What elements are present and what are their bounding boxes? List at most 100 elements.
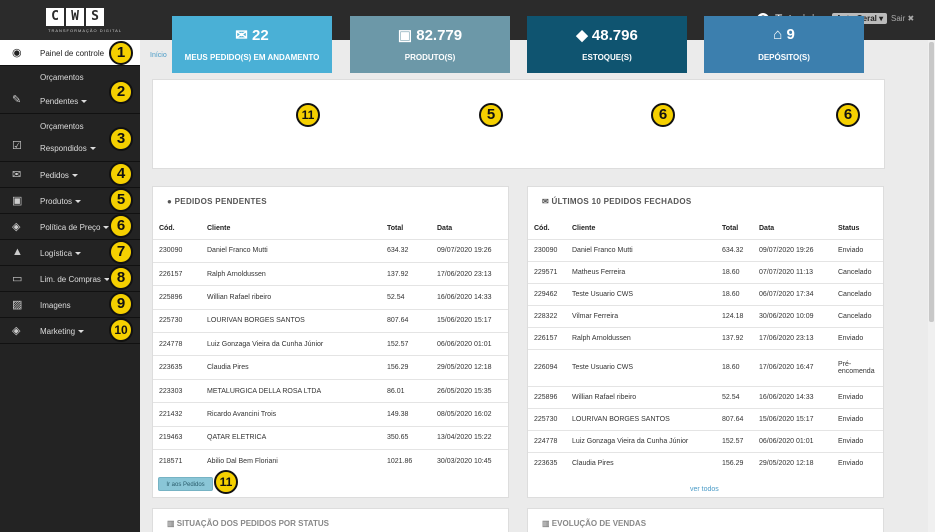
table-row[interactable]: 228322 Vilmar Ferreira 124.18 30/06/2020 10…: [528, 304, 883, 327]
table-cell: QATAR ELETRICA: [203, 425, 383, 450]
table-cell: 634.32: [383, 238, 433, 263]
annotation-badge: 9: [109, 292, 133, 316]
column-header: Cliente: [572, 225, 596, 233]
home-icon: ⌂: [773, 26, 783, 43]
table-cell: 156.29: [718, 451, 755, 474]
table-cell: 30/03/2020 10:45: [433, 449, 508, 473]
table-row[interactable]: 224778 Luiz Gonzaga Vieira da Cunha Júnio…: [153, 332, 508, 356]
table-cell: Pré-encomenda: [834, 348, 883, 386]
bar-chart-icon: ▥: [542, 519, 550, 528]
table-row[interactable]: 223635 Claudia Pires 156.29 29/05/2020 12:1…: [153, 355, 508, 380]
sidebar-label: Política de Preço: [40, 223, 110, 232]
table-cell: LOURIVAN BORGES SANTOS: [203, 308, 383, 333]
table-cell: 06/06/2020 01:01: [755, 429, 834, 452]
stats-panel: [152, 79, 885, 169]
table-cell: 152.57: [383, 332, 433, 356]
table-cell: 29/05/2020 12:18: [433, 355, 508, 380]
column-header: Cliente: [207, 225, 231, 233]
column-header: Status: [838, 225, 860, 233]
logo-letter: W: [66, 8, 84, 26]
ir-aos-pedidos-button[interactable]: Ir aos Pedidos: [158, 477, 213, 491]
table-cell: 124.18: [718, 304, 755, 327]
stat-estoque[interactable]: ◆ 48.796 ESTOQUE(S): [527, 16, 687, 73]
annotation-badge: 5: [109, 188, 133, 212]
table-cell: 218571: [153, 449, 203, 473]
scrollbar-thumb[interactable]: [929, 42, 934, 322]
stat-produtos[interactable]: ▣ 82.779 PRODUTO(S): [350, 16, 510, 73]
sidebar-label: Respondidos: [40, 144, 96, 153]
stat-value: ▣ 82.779: [397, 27, 463, 44]
table-row[interactable]: 226157 Ralph Arnoldussen 137.92 17/06/2020 …: [153, 261, 508, 286]
situacao-panel: ▥ SITUAÇÃO DOS PEDIDOS POR STATUS: [152, 508, 509, 532]
annotation-badge: 6: [836, 103, 860, 127]
annotation-badge: 3: [109, 127, 133, 151]
scrollbar[interactable]: [928, 40, 935, 532]
table-row[interactable]: 219463 QATAR ELETRICA 350.65 13/04/2020 15:…: [153, 425, 508, 450]
table-cell: Cancelado: [834, 282, 883, 305]
panel-title: ▥ EVOLUÇÃO DE VENDAS: [542, 519, 647, 528]
table-cell: 52.54: [383, 285, 433, 310]
table-row[interactable]: 226157 Ralph Arnoldussen 137.92 17/06/2020 …: [528, 326, 883, 349]
table-cell: Luiz Gonzaga Vieira da Cunha Júnior: [568, 429, 718, 452]
table-cell: 224778: [528, 429, 568, 452]
edit-icon: ✎: [12, 94, 22, 106]
table-cell: Ricardo Avancini Trois: [203, 402, 383, 427]
table-cell: 18.60: [718, 282, 755, 305]
stat-caption: ESTOQUE(S): [582, 53, 632, 62]
table-cell: 228322: [528, 304, 568, 327]
sidebar-label: Produtos: [40, 197, 82, 206]
table-row[interactable]: 229462 Teste Usuario CWS 18.60 06/07/2020 1…: [528, 282, 883, 305]
stat-deposito[interactable]: ⌂ 9 DEPÓSITO(S): [704, 16, 864, 73]
table-cell: Enviado: [834, 385, 883, 408]
logout-link[interactable]: Sair ✖: [891, 14, 914, 23]
table-row[interactable]: 223635 Claudia Pires 156.29 29/05/2020 12:1…: [528, 451, 883, 474]
ver-todos-link[interactable]: ver todos: [690, 486, 719, 493]
sidebar-label: Imagens: [40, 301, 71, 310]
table-row[interactable]: 224778 Luiz Gonzaga Vieira da Cunha Júnio…: [528, 429, 883, 452]
table-row[interactable]: 229571 Matheus Ferreira 18.60 07/07/2020 11…: [528, 260, 883, 283]
annotation-badge: 1: [109, 41, 133, 65]
stat-pedidos[interactable]: ✉ 22 MEUS PEDIDO(S) EM ANDAMENTO: [172, 16, 332, 73]
column-header: Cód.: [534, 225, 550, 233]
fechados-table: Cód. Cliente Total Data Status 230090 Dan…: [528, 219, 883, 474]
table-row[interactable]: 225896 Willian Rafael ribeiro 52.54 16/06/2…: [528, 385, 883, 408]
table-row[interactable]: 230090 Daniel Franco Mutti 634.32 09/07/202…: [153, 238, 508, 263]
table-row[interactable]: 225730 LOURIVAN BORGES SANTOS 807.64 15/06/…: [528, 407, 883, 430]
table-cell: Cancelado: [834, 260, 883, 283]
table-cell: Abilio Dal Bem Floriani: [203, 449, 383, 473]
table-cell: Enviado: [834, 451, 883, 474]
table-row[interactable]: 230090 Daniel Franco Mutti 634.32 09/07/202…: [528, 238, 883, 261]
table-cell: 15/06/2020 15:17: [755, 407, 834, 430]
table-cell: LOURIVAN BORGES SANTOS: [568, 407, 718, 430]
table-cell: Teste Usuario CWS: [568, 282, 718, 305]
column-header: Total: [722, 225, 739, 233]
table-row[interactable]: 221432 Ricardo Avancini Trois 149.38 08/05/…: [153, 402, 508, 427]
table-cell: 52.54: [718, 385, 755, 408]
table-row[interactable]: 225730 LOURIVAN BORGES SANTOS 807.64 15/06/…: [153, 308, 508, 333]
table-row[interactable]: 218571 Abilio Dal Bem Floriani 1021.86 30/0…: [153, 449, 508, 473]
breadcrumb[interactable]: Início: [150, 52, 167, 59]
table-cell: Luiz Gonzaga Vieira da Cunha Júnior: [203, 332, 383, 356]
table-cell: Daniel Franco Mutti: [568, 238, 718, 261]
bar-chart-icon: ▥: [167, 519, 175, 528]
road-icon: ▲: [12, 246, 23, 258]
gift-icon: ▣: [12, 195, 23, 207]
table-cell: 137.92: [718, 326, 755, 349]
column-header: Data: [759, 225, 775, 233]
table-cell: 17/06/2020 23:13: [433, 261, 508, 286]
table-row[interactable]: 225896 Willian Rafael ribeiro 52.54 16/06/2…: [153, 285, 508, 310]
sidebar-label: Painel de controle: [40, 49, 105, 58]
table-cell: 18.60: [718, 260, 755, 283]
table-cell: Enviado: [834, 429, 883, 452]
table-row[interactable]: 223303 METALURGICA DELLA ROSA LTDA 86.01 26…: [153, 378, 508, 403]
table-row[interactable]: 226094 Teste Usuario CWS 18.60 17/06/2020 1…: [528, 348, 883, 386]
table-cell: 229462: [528, 282, 568, 305]
table-cell: Enviado: [834, 238, 883, 261]
table-cell: 230090: [528, 238, 568, 261]
table-cell: 09/07/2020 19:26: [433, 238, 508, 263]
table-cell: Cancelado: [834, 304, 883, 327]
annotation-badge: 4: [109, 162, 133, 186]
table-cell: 18.60: [718, 348, 755, 386]
envelope-icon: ✉: [12, 169, 22, 181]
table-cell: 149.38: [383, 402, 433, 427]
